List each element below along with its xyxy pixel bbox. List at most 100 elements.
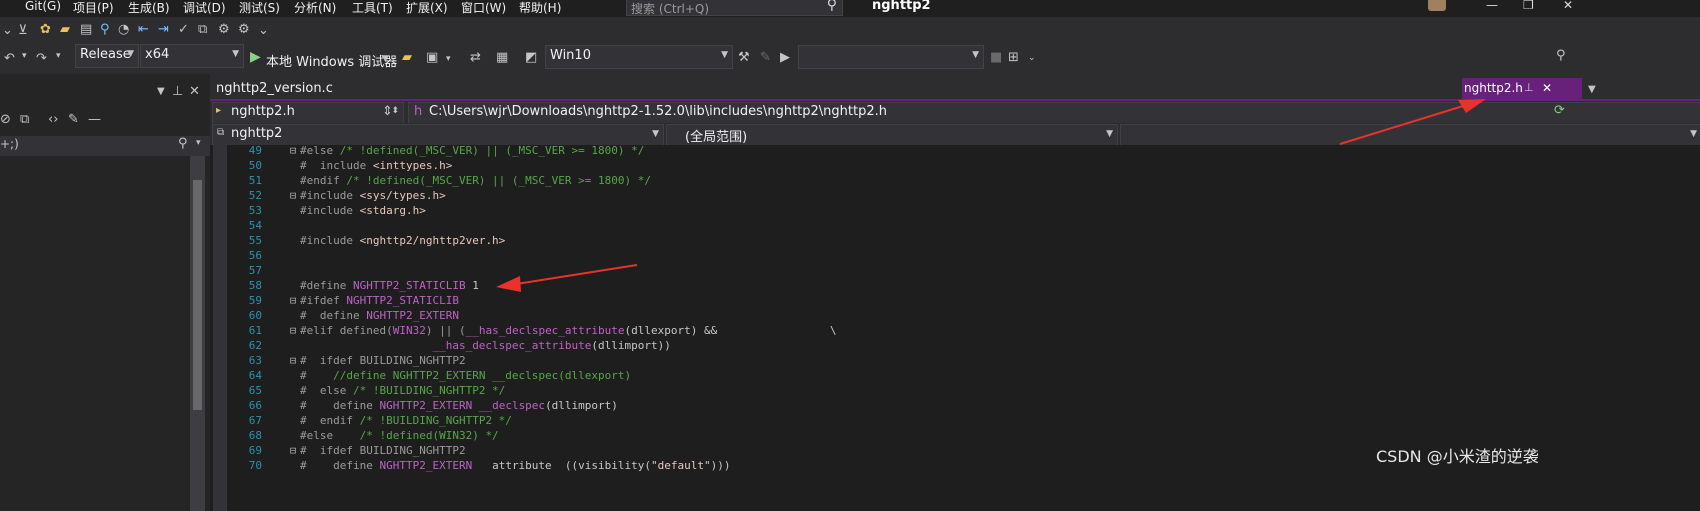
minimize-icon[interactable]: — [1486,0,1498,12]
find-icon[interactable]: ⚲ [100,22,110,37]
target-os-combo[interactable]: Win10 ▼ [545,45,733,69]
code-line[interactable]: 49 ⊟ #else /* !defined(_MSC_VER) || (_MSC_… [230,143,645,158]
stop-icon[interactable]: ■ [990,50,1002,65]
gear-icon[interactable]: ⚙ [218,22,230,37]
window-icon[interactable]: ⧉ [198,22,207,37]
play-icon[interactable]: ▶ [250,49,261,65]
tab-nghttp2-version-c[interactable]: nghttp2_version.c [210,78,333,100]
start-debugger-button[interactable]: 本地 Windows 调试器 [266,51,397,70]
scroll-arrows-icon[interactable]: ⇕ [382,104,393,119]
empty-combo[interactable]: ▼ [798,45,984,69]
refresh-icon[interactable]: ⟳ [1554,103,1565,118]
code-line[interactable]: 66 # define NGHTTP2_EXTERN __declspec(dl… [230,398,618,413]
code-line[interactable]: 57 [230,263,300,278]
close-window-icon[interactable]: ✕ [1563,0,1573,12]
code-line[interactable]: 63 ⊟ # ifdef BUILDING_NGHTTP2 [230,353,466,368]
code-line[interactable]: 50 # include <inttypes.h> [230,158,453,173]
sync-icon[interactable]: ⊘ [0,112,11,127]
file-combo[interactable]: ▸ nghttp2.h ⬍ [212,102,404,124]
menu-item-window[interactable]: 窗口(W) [461,0,506,16]
undo-icon[interactable]: ↶ [4,51,15,66]
open-folder-icon[interactable]: ▰ [60,22,70,37]
fold-toggle-icon[interactable]: ⊟ [286,293,300,308]
search-icon[interactable]: ⚲ [178,136,188,151]
code-line[interactable]: 60 # define NGHTTP2_EXTERN [230,308,459,323]
move-right-icon[interactable]: ⇥ [158,22,169,37]
tools-icon[interactable]: ⚒ [738,50,750,65]
overflow-icon[interactable]: ⌄ [258,23,269,38]
fold-toggle-icon[interactable]: ⊟ [286,188,300,203]
project-icon[interactable]: ✿ [40,22,51,37]
add-icon[interactable]: ⊻ [18,23,28,38]
close-pane-icon[interactable]: ✕ [189,84,200,99]
wrench-icon[interactable]: ✎ [68,112,79,127]
restore-icon[interactable]: ❐ [1523,0,1534,12]
console-icon[interactable]: ▦ [496,50,508,65]
spellcheck-icon[interactable]: ✓ [178,22,189,37]
pin-icon[interactable]: ⊥ [172,84,183,99]
live-share-icon[interactable]: ⚲ [1556,48,1566,63]
code-line[interactable]: 59 ⊟ #ifdef NGHTTP2_STATICLIB [230,293,459,308]
search-icon[interactable]: ⚲ [827,0,837,13]
run-icon[interactable]: ▶ [780,50,790,65]
structure-icon[interactable]: ⊞ [1008,50,1019,65]
screenshot-icon[interactable]: ▣ [426,50,438,65]
new-file-icon[interactable]: ▤ [80,22,92,37]
platform-combo[interactable]: x64 ▼ [140,44,244,68]
tab-list-icon[interactable]: ▼ [1588,84,1596,95]
code-line[interactable]: 61 ⊟ #elif defined(WIN32) || (__has_declsp… [230,323,837,338]
code-line[interactable]: 68 #else /* !defined(WIN32) */ [230,428,499,443]
screenshot-dropdown-icon[interactable]: ▾ [446,54,451,64]
code-line[interactable]: 54 [230,218,300,233]
menu-item-debug[interactable]: 调试(D) [183,0,226,16]
bookmark-icon[interactable]: ◔ [118,22,129,37]
hot-reload-icon[interactable]: ⇄ [470,50,481,65]
fold-toggle-icon[interactable]: ⊟ [286,353,300,368]
scope-combo[interactable]: (全局范围) ▼ [666,124,1118,146]
minus-icon[interactable]: — [88,112,101,127]
code-line[interactable]: 53 #include <stdarg.h> [230,203,426,218]
menu-item-partial[interactable]: ) [0,0,1,13]
menu-item-tools[interactable]: 工具(T) [352,0,393,16]
pencil-icon[interactable]: ✎ [760,50,771,65]
move-left-icon[interactable]: ⇤ [138,22,149,37]
search-box[interactable]: 搜索 (Ctrl+Q) ⚲ [626,0,843,16]
dropdown-arrow-icon[interactable]: ⌄ [2,23,13,38]
copy-icon[interactable]: ⧉ [20,112,29,127]
code-line[interactable]: 65 # else /* !BUILDING_NGHTTP2 */ [230,383,506,398]
settings-icon[interactable]: ⚙ [238,22,250,37]
code-line[interactable]: 56 [230,248,300,263]
configuration-combo[interactable]: Release ▼ [75,44,139,68]
undo-dropdown-icon[interactable]: ▾ [22,51,27,61]
fold-toggle-icon[interactable]: ⊟ [286,323,300,338]
code-line[interactable]: 58 #define NGHTTP2_STATICLIB 1 [230,278,479,293]
scrollbar-thumb[interactable] [193,180,202,410]
overflow-icon[interactable]: ⌄ [1028,53,1036,63]
code-icon[interactable]: ‹› [48,112,58,127]
pin-icon[interactable]: ⊥ [1524,81,1534,94]
member-combo[interactable]: ▼ [1120,124,1700,146]
path-combo[interactable]: h C:\Users\wjr\Downloads\nghttp2-1.52.0\… [408,102,1700,124]
menu-item-git[interactable]: Git(G) [25,0,61,13]
redo-icon[interactable]: ↷ [36,51,47,66]
code-line[interactable]: 64 # //define NGHTTP2_EXTERN __declspec(… [230,368,631,383]
pane-dropdown-icon[interactable]: ▼ [157,86,165,97]
pane-search-input[interactable]: +;) ⚲ ▾ [0,136,210,156]
fold-toggle-icon[interactable]: ⊟ [286,443,300,458]
menu-item-build[interactable]: 生成(B) [128,0,170,16]
debugger-dropdown-icon[interactable]: ▼ [382,54,389,64]
code-line[interactable]: 70 # define NGHTTP2_EXTERN attribute ((v… [230,458,731,473]
fold-toggle-icon[interactable]: ⊟ [286,143,300,158]
menu-item-project[interactable]: 项目(P) [73,0,114,16]
avatar[interactable] [1428,0,1446,11]
code-line[interactable]: 67 # endif /* !BUILDING_NGHTTP2 */ [230,413,512,428]
code-line[interactable]: 55 #include <nghttp2/nghttp2ver.h> [230,233,506,248]
menu-item-help[interactable]: 帮助(H) [519,0,561,16]
code-line[interactable]: 69 ⊟ # ifdef BUILDING_NGHTTP2 [230,443,466,458]
menu-item-test[interactable]: 测试(S) [239,0,280,16]
tab-nghttp2-h[interactable]: nghttp2.h ⊥ ✕ [1462,78,1582,100]
folder-icon[interactable]: ▰ [402,50,412,65]
menu-item-extensions[interactable]: 扩展(X) [406,0,448,16]
close-tab-icon[interactable]: ✕ [1542,81,1552,95]
code-line[interactable]: 51 #endif /* !defined(_MSC_VER) || (_MSC… [230,173,651,188]
